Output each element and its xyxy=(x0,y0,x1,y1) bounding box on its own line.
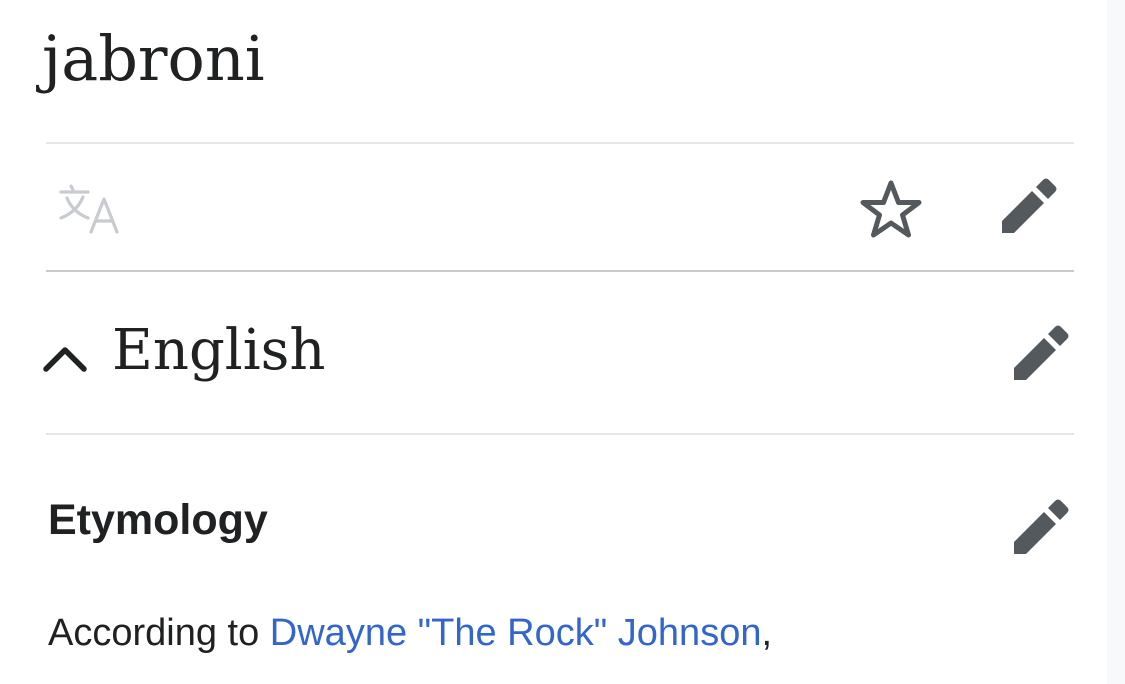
edit-etymology-pencil-icon[interactable] xyxy=(1010,498,1070,558)
etymology-text: According to Dwayne "The Rock" Johnson, xyxy=(48,612,772,655)
dwayne-johnson-link[interactable]: Dwayne "The Rock" Johnson xyxy=(270,612,762,654)
page-title: jabroni xyxy=(42,22,265,95)
chevron-up-icon xyxy=(43,347,87,372)
etymology-text-suffix: , xyxy=(761,612,773,654)
language-section-toggle[interactable]: English xyxy=(40,305,325,395)
language-heading: English xyxy=(112,317,326,383)
right-gutter xyxy=(1107,0,1125,684)
etymology-heading: Etymology xyxy=(48,496,268,544)
star-icon[interactable] xyxy=(858,178,924,240)
edit-page-pencil-icon[interactable] xyxy=(998,177,1058,237)
etymology-text-prefix: According to xyxy=(48,612,270,654)
divider xyxy=(46,433,1074,435)
translate-icon xyxy=(59,184,119,234)
divider xyxy=(46,142,1074,144)
edit-language-pencil-icon[interactable] xyxy=(1010,324,1070,384)
divider xyxy=(46,270,1074,272)
